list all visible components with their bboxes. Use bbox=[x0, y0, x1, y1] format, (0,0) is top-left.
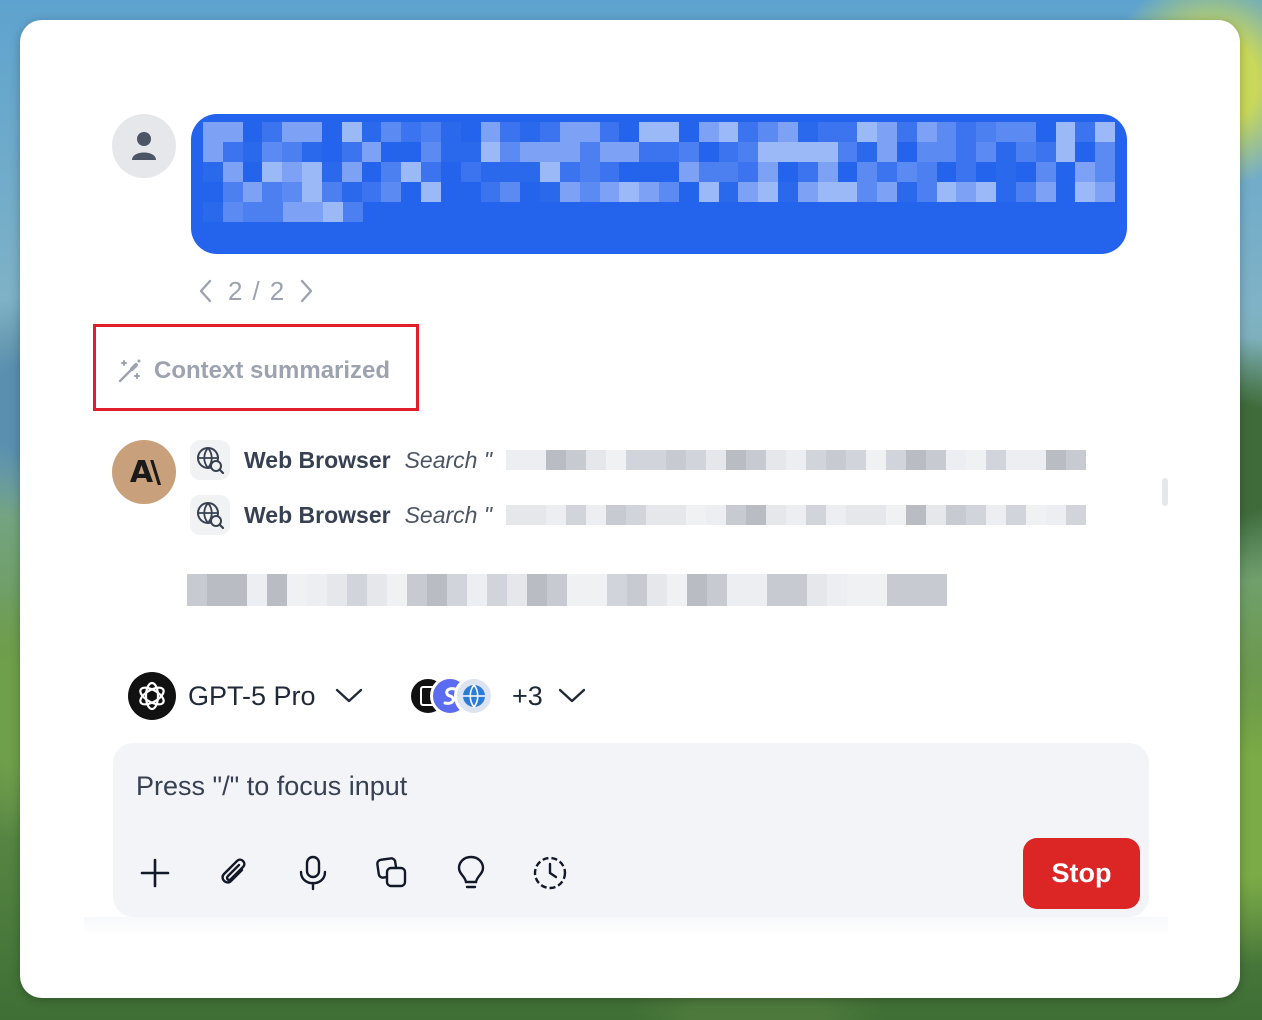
lightbulb-icon bbox=[457, 855, 485, 889]
attach-button[interactable] bbox=[212, 851, 256, 895]
tool-name: Web Browser bbox=[244, 501, 391, 528]
user-icon bbox=[132, 132, 156, 160]
tool-call-row[interactable]: Web Browser Search " bbox=[190, 440, 1086, 480]
model-name: GPT-5 Pro bbox=[188, 680, 316, 711]
history-icon bbox=[533, 856, 567, 890]
chevron-down-icon bbox=[335, 688, 362, 703]
stop-button[interactable]: Stop bbox=[1023, 838, 1140, 909]
plus-button[interactable] bbox=[133, 851, 177, 895]
redacted-message-text bbox=[203, 122, 1116, 242]
pager-separator: / bbox=[252, 275, 260, 306]
microphone-button[interactable] bbox=[291, 851, 335, 895]
copy-button[interactable] bbox=[370, 851, 414, 895]
redaction-row bbox=[203, 222, 1115, 242]
redaction-row bbox=[203, 182, 1116, 202]
globe-search-icon bbox=[190, 440, 230, 480]
redaction-row bbox=[203, 122, 1116, 142]
redaction-row bbox=[203, 202, 1115, 222]
plus-icon bbox=[140, 858, 170, 888]
tool-argument: Search " bbox=[404, 501, 492, 528]
copy-icon bbox=[376, 857, 407, 888]
chevron-right-icon bbox=[300, 279, 313, 303]
history-button[interactable] bbox=[528, 851, 572, 895]
openai-logo-icon bbox=[128, 672, 176, 720]
chat-window: 2 / 2 Context summarized A\ Web Browser … bbox=[20, 20, 1240, 998]
user-message-bubble bbox=[191, 114, 1127, 254]
tool-argument: Search " bbox=[404, 446, 492, 473]
pager-total: 2 bbox=[269, 275, 285, 306]
chevron-left-icon bbox=[199, 279, 212, 303]
redacted-search-query bbox=[506, 450, 1086, 470]
tool-call-row[interactable]: Web Browser Search " bbox=[190, 495, 1086, 535]
globe-search-icon bbox=[190, 495, 230, 535]
paperclip-icon bbox=[221, 858, 246, 884]
context-summarized-label: Context summarized bbox=[154, 357, 391, 384]
microphone-icon bbox=[299, 855, 327, 891]
model-selector[interactable]: GPT-5 Pro bbox=[128, 672, 364, 720]
tool-icon-stack bbox=[408, 672, 502, 720]
tools-extra-count: +3 bbox=[512, 680, 543, 711]
message-input[interactable] bbox=[136, 771, 996, 802]
scrollbar-thumb[interactable] bbox=[1162, 478, 1168, 506]
context-summarized-notice: Context summarized bbox=[116, 357, 390, 385]
message-pager: 2 / 2 bbox=[192, 274, 320, 308]
globe-icon bbox=[454, 676, 494, 716]
tool-name: Web Browser bbox=[244, 446, 391, 473]
redacted-assistant-text bbox=[187, 574, 947, 606]
redaction-row bbox=[203, 142, 1116, 162]
message-composer: Stop bbox=[113, 743, 1149, 917]
magic-wand-icon bbox=[118, 359, 141, 383]
previous-version-button[interactable] bbox=[192, 278, 218, 304]
pager-current: 2 bbox=[228, 275, 243, 306]
next-version-button[interactable] bbox=[294, 278, 320, 304]
anthropic-logo-text: A\ bbox=[129, 454, 161, 490]
user-avatar bbox=[112, 114, 176, 178]
redaction-row bbox=[203, 162, 1116, 182]
composer-shadow bbox=[84, 917, 1168, 935]
assistant-avatar: A\ bbox=[112, 440, 176, 504]
lightbulb-button[interactable] bbox=[449, 851, 493, 895]
chevron-down-icon bbox=[558, 688, 585, 703]
redacted-search-query bbox=[506, 505, 1086, 525]
tools-selector[interactable]: +3 bbox=[408, 672, 587, 720]
